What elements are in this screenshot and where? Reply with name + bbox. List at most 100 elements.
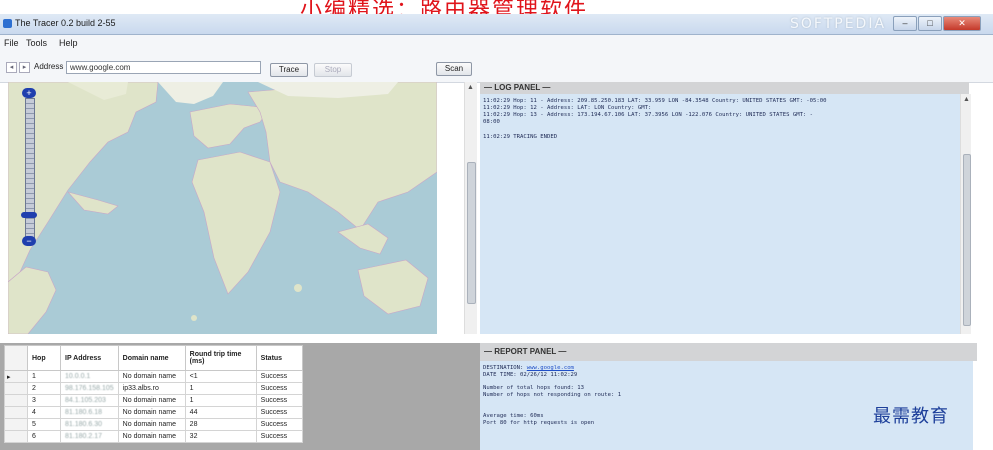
zoom-control[interactable]: + − xyxy=(21,88,37,246)
zoom-out-button[interactable]: − xyxy=(22,236,36,246)
row-header-corner xyxy=(4,345,28,371)
status-cell: Success xyxy=(255,418,303,431)
row-selector[interactable] xyxy=(4,406,28,419)
softpedia-watermark: SOFTPEDIA xyxy=(790,16,887,32)
row-selector-icon[interactable]: ▸ xyxy=(4,370,28,383)
menu-tools[interactable]: Tools xyxy=(26,38,47,48)
hop-cell: 4 xyxy=(27,406,61,419)
hop-cell: 3 xyxy=(27,394,61,407)
map-scrollbar[interactable]: ▲ xyxy=(464,82,477,334)
table-row[interactable]: 6 81.180.2.17 No domain name 32 Success xyxy=(4,430,303,443)
log-line: 11:02:29 TRACING ENDED xyxy=(483,134,558,140)
log-panel-header: — LOG PANEL — xyxy=(480,82,969,94)
scan-button[interactable]: Scan xyxy=(436,62,472,76)
scroll-up-icon[interactable]: ▲ xyxy=(467,84,474,91)
table-row[interactable]: 5 81.180.6.30 No domain name 28 Success xyxy=(4,418,303,431)
banner-title: 小编精选：路由器管理软件 xyxy=(300,0,589,14)
ip-cell: 81.180.2.17 xyxy=(60,430,119,443)
rtt-cell: 1 xyxy=(184,382,257,395)
hops-table-container: Hop IP Address Domain name Round trip ti… xyxy=(0,343,480,450)
row-selector[interactable] xyxy=(4,394,28,407)
report-no-response: Number of hops not responding on route: … xyxy=(483,392,622,398)
world-map-graphic xyxy=(8,82,437,334)
maximize-button[interactable]: □ xyxy=(918,16,942,31)
status-cell: Success xyxy=(255,406,303,419)
close-button[interactable]: ✕ xyxy=(943,16,981,31)
rtt-cell: 28 xyxy=(184,418,257,431)
domain-cell: No domain name xyxy=(117,370,186,383)
status-cell: Success xyxy=(255,382,303,395)
back-button[interactable]: ◂ xyxy=(6,62,17,73)
address-label: Address xyxy=(34,62,64,71)
ip-cell: 81.180.6.18 xyxy=(60,406,119,419)
destination-link[interactable]: www.google.com xyxy=(527,365,574,371)
app-icon xyxy=(3,19,12,28)
row-selector[interactable] xyxy=(4,382,28,395)
domain-cell: No domain name xyxy=(117,394,186,407)
hop-cell: 1 xyxy=(27,370,61,383)
window-title: The Tracer 0.2 build 2-55 xyxy=(15,18,116,28)
table-row[interactable]: ▸ 1 10.0.0.1 No domain name <1 Success xyxy=(4,370,303,383)
report-http-note: Port 80 for http requests is open xyxy=(483,420,595,426)
row-selector[interactable] xyxy=(4,430,28,443)
log-line: 11:02:29 Hop: 13 - Address: 173.194.67.1… xyxy=(483,112,814,118)
status-cell: Success xyxy=(255,430,303,443)
table-header-row: Hop IP Address Domain name Round trip ti… xyxy=(4,345,303,371)
menu-help[interactable]: Help xyxy=(59,38,78,48)
domain-cell: No domain name xyxy=(117,418,186,431)
log-line: 08:00 xyxy=(483,119,500,125)
minimize-button[interactable]: – xyxy=(893,16,917,31)
window-controls: – □ ✕ xyxy=(893,16,981,31)
edu-watermark: 最需教育 xyxy=(873,406,949,427)
report-total-hops: Number of total hops found: 13 xyxy=(483,385,585,391)
column-header-ip[interactable]: IP Address xyxy=(60,345,119,371)
scroll-up-icon[interactable]: ▲ xyxy=(963,96,970,103)
status-cell: Success xyxy=(255,394,303,407)
domain-cell: No domain name xyxy=(117,430,186,443)
stop-button[interactable]: Stop xyxy=(314,63,352,77)
table-row[interactable]: 4 81.180.6.18 No domain name 44 Success xyxy=(4,406,303,419)
log-scrollbar[interactable]: ▲ xyxy=(960,94,971,334)
address-input[interactable]: www.google.com xyxy=(66,61,261,74)
hop-cell: 6 xyxy=(27,430,61,443)
report-avg-time: Average time: 60ms xyxy=(483,413,544,419)
ip-cell: 81.180.6.30 xyxy=(60,418,119,431)
destination-label: DESTINATION: xyxy=(483,365,527,371)
hops-table: Hop IP Address Domain name Round trip ti… xyxy=(4,345,303,443)
ip-cell: 10.0.0.1 xyxy=(60,370,119,383)
menu-bar: File Tools Help xyxy=(0,35,993,52)
report-destination: DESTINATION: www.google.com xyxy=(483,365,574,371)
zoom-slider-handle[interactable] xyxy=(21,212,37,218)
promo-banner: 小编精选：路由器管理软件 xyxy=(0,0,993,14)
status-cell: Success xyxy=(255,370,303,383)
log-panel[interactable]: 11:02:29 Hop: 11 - Address: 209.85.250.1… xyxy=(480,94,960,334)
table-row[interactable]: 3 84.1.105.203 No domain name 1 Success xyxy=(4,394,303,407)
domain-cell: No domain name xyxy=(117,406,186,419)
column-header-domain[interactable]: Domain name xyxy=(117,345,186,371)
rtt-cell: <1 xyxy=(184,370,257,383)
world-map[interactable]: + − xyxy=(8,82,437,334)
rtt-cell: 32 xyxy=(184,430,257,443)
ip-cell: 98.176.158.105 xyxy=(60,382,119,395)
zoom-slider-track[interactable] xyxy=(25,98,35,240)
menu-file[interactable]: File xyxy=(4,38,19,48)
zoom-in-button[interactable]: + xyxy=(22,88,36,98)
table-row[interactable]: 2 98.176.158.105 ip33.albs.ro 1 Success xyxy=(4,382,303,395)
window-titlebar: The Tracer 0.2 build 2-55 SOFTPEDIA – □ … xyxy=(0,14,993,35)
trace-button[interactable]: Trace xyxy=(270,63,308,77)
map-scroll-thumb[interactable] xyxy=(467,162,476,304)
row-selector[interactable] xyxy=(4,418,28,431)
rtt-cell: 1 xyxy=(184,394,257,407)
forward-button[interactable]: ▸ xyxy=(19,62,30,73)
column-header-status[interactable]: Status xyxy=(255,345,303,371)
report-date-time: DATE TIME: 02/26/12 11:02:29 xyxy=(483,372,578,378)
ip-cell: 84.1.105.203 xyxy=(60,394,119,407)
log-scroll-thumb[interactable] xyxy=(963,154,971,326)
column-header-rtt[interactable]: Round trip time (ms) xyxy=(184,345,257,371)
log-line: 11:02:29 Hop: 11 - Address: 209.85.250.1… xyxy=(483,98,827,104)
column-header-hop[interactable]: Hop xyxy=(27,345,61,371)
log-line: 11:02:29 Hop: 12 - Address: LAT: LON Cou… xyxy=(483,105,652,111)
report-panel-header: — REPORT PANEL — xyxy=(480,343,977,361)
rtt-cell: 44 xyxy=(184,406,257,419)
hop-cell: 2 xyxy=(27,382,61,395)
